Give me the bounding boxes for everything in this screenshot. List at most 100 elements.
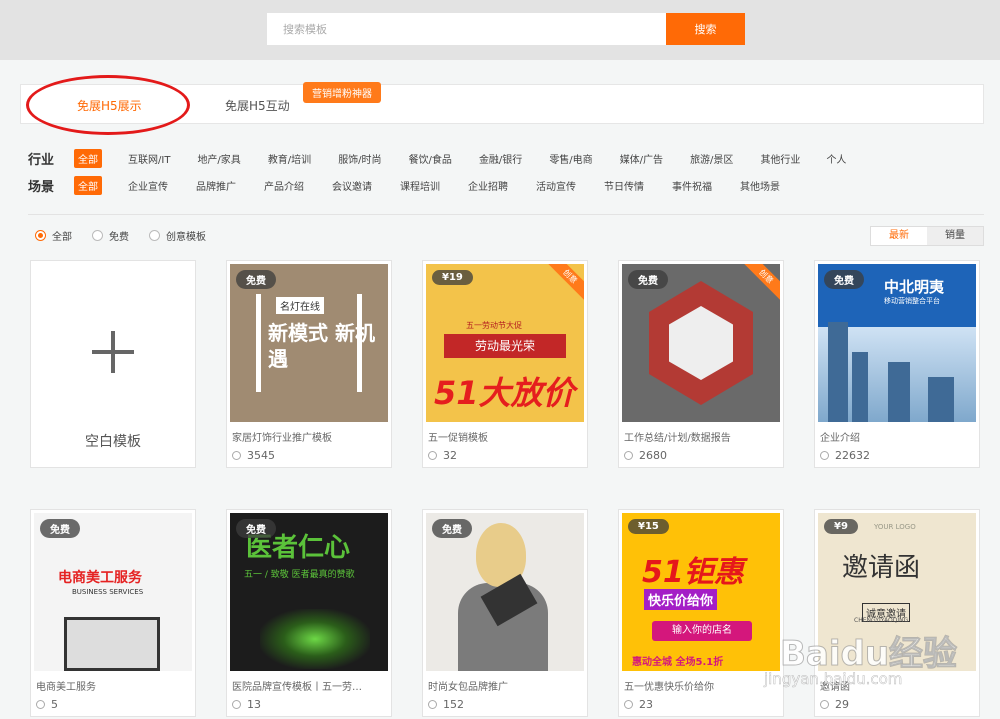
scene-filter-item[interactable]: 事件祝福 [668,176,716,195]
plus-icon [92,331,134,373]
template-title: 电商美工服务 [36,682,96,693]
view-count: 29 [820,698,849,711]
industry-filter-item[interactable]: 零售/电商 [545,149,596,168]
industry-filter-item[interactable]: 旅游/景区 [686,149,737,168]
top-search-bar: 搜索 [0,0,1000,60]
view-count-value: 32 [443,449,457,462]
price-badge: ¥19 [432,270,473,285]
view-count-value: 152 [443,698,464,711]
template-card[interactable]: 免费 创意 工作总结/计划/数据报告 2680 [618,260,784,468]
view-count-value: 22632 [835,449,870,462]
building-graphic [852,352,868,422]
thumbnail-headline: 51钜惠 [642,555,744,590]
industry-filter-item[interactable]: 个人 [822,149,850,168]
price-badge: ¥15 [628,519,669,534]
industry-filter-item[interactable]: 餐饮/食品 [405,149,456,168]
industry-filter-item[interactable]: 互联网/IT [124,149,174,168]
template-card[interactable]: 中北明夷 移动营销整合平台 免费 企业介绍 22632 [814,260,980,468]
scene-filter-title: 场景 [28,179,55,195]
blank-template-label: 空白模板 [85,434,141,450]
filter-divider [28,214,984,215]
view-count-value: 2680 [639,449,667,462]
scene-filter-all[interactable]: 全部 [74,175,102,195]
radio-dot [35,230,46,241]
scene-filter-item[interactable]: 活动宣传 [532,176,580,195]
building-graphic [888,362,910,422]
template-card[interactable]: 名灯在线 新模式 新机遇 免费 家居灯饰行业推广模板 3545 [226,260,392,468]
promo-badge: 营销增粉神器 [303,82,381,103]
scene-filter-item[interactable]: 会议邀请 [328,176,376,195]
template-title: 邀请函 [820,682,850,693]
view-count: 32 [428,449,457,462]
radio-label: 免费 [109,232,129,243]
template-title: 企业介绍 [820,433,860,444]
template-card[interactable]: 免费 时尚女包品牌推广 152 [422,509,588,717]
radio-dot [149,230,160,241]
sort-sales[interactable]: 销量 [927,227,983,245]
template-thumbnail: 电商美工服务 BUSINESS SERVICES 免费 [34,513,192,671]
blank-template-card[interactable]: 空白模板 [30,260,196,468]
thumbnail-subtitle: 五一 / 致敬 医者最真的赞歌 [244,570,355,580]
price-badge: 免费 [628,270,668,289]
price-badge: 免费 [824,270,864,289]
scene-filter-item[interactable]: 课程培训 [396,176,444,195]
sort-newest[interactable]: 最新 [871,227,927,245]
scene-filter-item[interactable]: 节日传情 [600,176,648,195]
template-card[interactable]: 电商美工服务 BUSINESS SERVICES 免费 电商美工服务 5 [30,509,196,717]
thumbnail-subtitle: 五一劳动节大促 [466,321,522,330]
price-badge: 免费 [40,519,80,538]
radio-creative[interactable]: 创意模板 [149,228,206,243]
tab-h5-interactive[interactable]: 免展H5互动 [225,97,290,114]
view-count-value: 29 [835,698,849,711]
search-button[interactable]: 搜索 [666,13,745,45]
template-title: 五一优惠快乐价给你 [624,682,714,693]
eye-icon [820,700,829,709]
industry-filter-item[interactable]: 地产/家具 [193,149,244,168]
creative-ribbon: 创意 [542,264,584,304]
price-badge: 免费 [432,519,472,538]
template-thumbnail: 51钜惠 快乐价给你 输入你的店名 惠动全城 全场5.1折 ¥15 [622,513,780,671]
industry-filter-item[interactable]: 其他行业 [756,149,804,168]
view-count-value: 5 [51,698,58,711]
product-tab-bar: 免展H5展示 免展H5互动 营销增粉神器 [20,82,984,124]
thumbnail-store-input: 输入你的店名 [652,621,752,641]
industry-filter-item[interactable]: 金融/银行 [475,149,526,168]
industry-filter-all[interactable]: 全部 [74,148,102,168]
radio-label: 全部 [52,232,72,243]
thumbnail-slogan: 移动营销整合平台 [884,297,940,305]
industry-filter-item[interactable]: 教育/培训 [264,149,315,168]
eye-icon [232,451,241,460]
eye-icon [624,451,633,460]
eye-icon [624,700,633,709]
view-count: 2680 [624,449,667,462]
scene-filter-item[interactable]: 企业宣传 [124,176,172,195]
industry-filter-item[interactable]: 媒体/广告 [616,149,667,168]
thumbnail-banner: 劳动最光荣 [444,334,566,358]
creative-ribbon: 创意 [738,264,780,304]
template-title: 时尚女包品牌推广 [428,682,508,693]
glow-graphic [260,609,370,669]
template-thumbnail: 中北明夷 移动营销整合平台 免费 [818,264,976,422]
scene-filter-item[interactable]: 品牌推广 [192,176,240,195]
radio-all[interactable]: 全部 [35,228,72,243]
view-count: 22632 [820,449,870,462]
industry-filter-item[interactable]: 服饰/时尚 [334,149,385,168]
template-card[interactable]: 51钜惠 快乐价给你 输入你的店名 惠动全城 全场5.1折 ¥15 五一优惠快乐… [618,509,784,717]
template-card[interactable]: 医者仁心 五一 / 致敬 医者最真的赞歌 免费 医院品牌宣传模板丨五一劳… 13 [226,509,392,717]
radio-free[interactable]: 免费 [92,228,129,243]
template-card[interactable]: YOUR LOGO 邀请函 诚意邀请 CHENGYIYAOQING ¥9 邀请函… [814,509,980,717]
price-badge: 免费 [236,270,276,289]
template-thumbnail: 五一劳动节大促 劳动最光荣 51大放价 ¥19 创意 [426,264,584,422]
template-thumbnail: 医者仁心 五一 / 致敬 医者最真的赞歌 免费 [230,513,388,671]
price-radio-group: 全部 免费 创意模板 [35,228,226,243]
tab-h5-showcase[interactable]: 免展H5展示 [77,97,142,114]
view-count: 13 [232,698,261,711]
template-card[interactable]: 五一劳动节大促 劳动最光荣 51大放价 ¥19 创意 五一促销模板 32 [422,260,588,468]
scene-filter-item[interactable]: 其他场景 [736,176,784,195]
thumbnail-english: CHENGYIYAOQING [854,617,909,624]
eye-icon [428,700,437,709]
scene-filter-item[interactable]: 产品介绍 [260,176,308,195]
search-input[interactable] [267,13,667,45]
eye-icon [428,451,437,460]
scene-filter-item[interactable]: 企业招聘 [464,176,512,195]
